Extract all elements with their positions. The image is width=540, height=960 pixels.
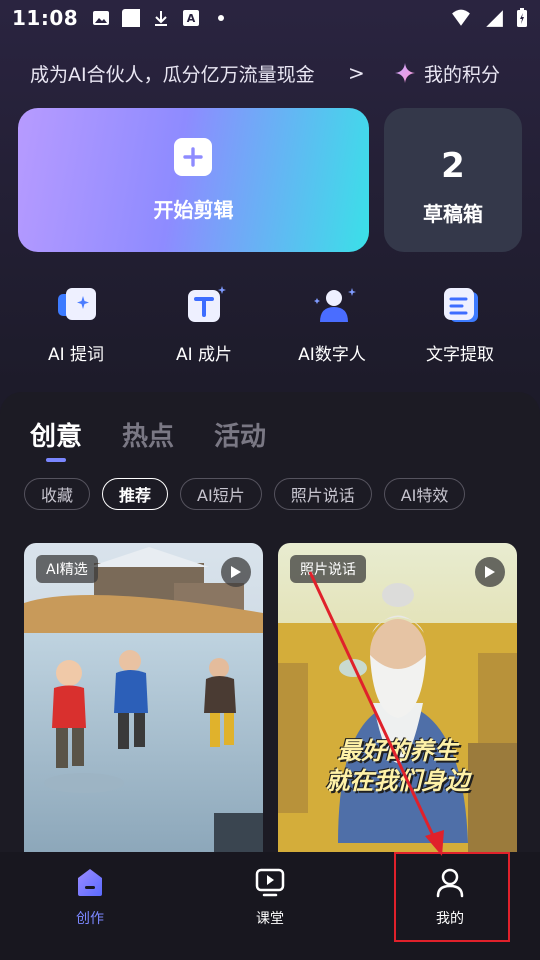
tab-hot[interactable]: 热点 (122, 416, 174, 453)
teleprompter-icon (58, 288, 96, 320)
battery-icon (517, 8, 527, 27)
text-extract-icon (444, 288, 478, 322)
tab-events[interactable]: 活动 (214, 416, 266, 453)
chip-recommended[interactable]: 推荐 (102, 478, 169, 510)
plus-icon (174, 138, 212, 176)
tool-ai-teleprompter[interactable]: AI 提词 (16, 286, 136, 366)
ai-film-icon (188, 286, 226, 322)
promo-banner[interactable]: 成为AI合伙人，瓜分亿万流量现金 > 我的积分 (0, 56, 540, 90)
nav-label: 创作 (76, 911, 104, 927)
play-icon[interactable] (221, 557, 251, 587)
chevron-right-icon: > (348, 61, 365, 85)
discover-panel: 创意 热点 活动 收藏 推荐 AI短片 照片说话 AI特效 AI精选 最好的养生… (0, 392, 540, 852)
status-bar: 11:08 A (0, 0, 540, 36)
nav-label: 课堂 (256, 911, 284, 927)
sparkle-icon (395, 63, 415, 83)
my-points-button[interactable]: 我的积分 (394, 60, 500, 87)
download-icon (155, 11, 168, 26)
tool-label: AI 提词 (47, 345, 105, 365)
promo-text[interactable]: 成为AI合伙人，瓜分亿万流量现金 (30, 60, 315, 87)
nav-create[interactable]: 创作 (30, 860, 150, 932)
feed-badge: AI精选 (36, 555, 98, 583)
tab-creative[interactable]: 创意 (30, 416, 82, 453)
annotation-highlight-box (394, 852, 510, 942)
tool-label: AI数字人 (298, 345, 366, 365)
dot-icon (218, 15, 225, 21)
draft-count: 2 (441, 146, 465, 186)
start-editing-card[interactable]: 开始剪辑 (18, 108, 369, 252)
video-play-icon (255, 868, 285, 897)
chip-ai-effects[interactable]: AI特效 (383, 478, 466, 510)
play-icon[interactable] (475, 557, 505, 587)
feed-caption-line2: 就在我们身边 (325, 767, 470, 795)
drafts-label: 草稿箱 (423, 202, 483, 226)
content-tabs: 创意 热点 活动 (30, 416, 266, 453)
digital-human-icon (314, 288, 356, 322)
feed-badge: 照片说话 (290, 555, 366, 583)
active-tab-indicator (46, 458, 66, 462)
chip-ai-shorts[interactable]: AI短片 (180, 478, 262, 510)
app-notification-icon (122, 9, 141, 27)
my-points-label: 我的积分 (424, 63, 501, 86)
status-time: 11:08 (12, 6, 79, 30)
skating-children-image (24, 543, 263, 852)
image-notification-icon (93, 11, 110, 25)
drafts-card[interactable]: 2 草稿箱 (384, 108, 522, 252)
feed-card-2[interactable]: 最好的养生 就在我们身边 照片说话 (278, 543, 517, 852)
feed-card-1[interactable]: AI精选 (24, 543, 263, 852)
wifi-icon (452, 9, 470, 26)
old-man-wheat-field-image (278, 543, 517, 852)
filter-chips: 收藏 推荐 AI短片 照片说话 AI特效 (24, 478, 466, 510)
chip-photo-talk[interactable]: 照片说话 (273, 478, 372, 510)
chip-favorites[interactable]: 收藏 (24, 478, 91, 510)
tool-label: 文字提取 (426, 345, 494, 365)
start-editing-label: 开始剪辑 (153, 198, 234, 222)
create-home-icon (78, 869, 102, 896)
tool-ai-digital-human[interactable]: AI数字人 (272, 286, 392, 366)
tool-ai-film[interactable]: AI 成片 (144, 286, 264, 366)
signal-icon (486, 10, 503, 27)
tool-label: AI 成片 (175, 345, 233, 365)
tool-text-extract[interactable]: 文字提取 (400, 286, 520, 366)
svg-text:A: A (187, 12, 196, 25)
nav-classroom[interactable]: 课堂 (210, 860, 330, 932)
text-notification-icon: A (183, 10, 200, 26)
